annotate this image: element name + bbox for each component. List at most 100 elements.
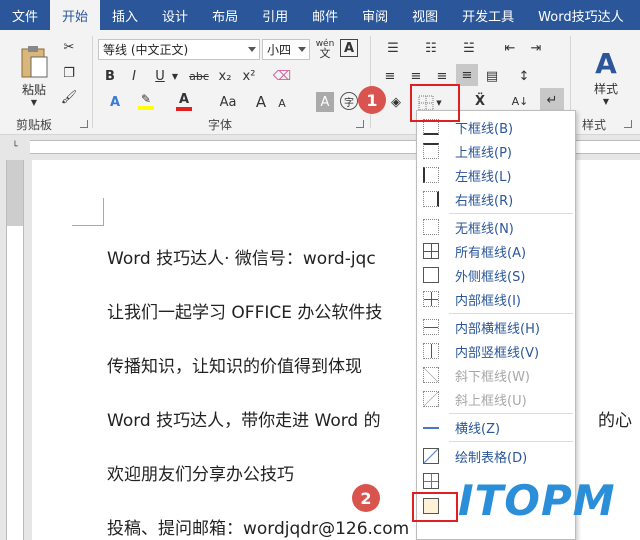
justify-icon[interactable]: ≡ (456, 64, 478, 86)
menu-item-inside-vertical[interactable]: 内部竖框线(V) (417, 339, 575, 364)
menu-item-diagonal-up[interactable]: 斜上框线(U) (417, 387, 575, 412)
enclose-circle-icon[interactable]: 字 (340, 92, 358, 110)
menu-item-label: 横线(Z) (455, 422, 501, 437)
shrink-font-button[interactable]: A (274, 94, 290, 112)
format-painter-icon[interactable]: 🖌 (60, 88, 78, 106)
distributed-icon[interactable]: ▤ (482, 66, 502, 86)
font-size-value: 小四 (267, 43, 292, 57)
menu-item-label: 内部横框线(H) (455, 322, 540, 337)
menu-item-horizontal-line[interactable]: 横线(Z) (417, 415, 575, 440)
asian-layout-icon[interactable]: Ẍ (466, 90, 494, 112)
char-shading-button[interactable]: A (316, 92, 334, 112)
copy-icon[interactable]: ❐ (60, 64, 78, 82)
group-divider (92, 36, 93, 128)
clipboard-launcher-icon[interactable] (80, 120, 88, 128)
chevron-down-icon: ▼ (30, 98, 38, 107)
change-case-button[interactable]: Aa (214, 92, 242, 112)
tab-view[interactable]: 视图 (400, 0, 450, 30)
multilevel-list-icon[interactable]: ☱ (456, 38, 482, 58)
highlight-swatch (138, 106, 154, 110)
chevron-down-icon (248, 47, 256, 52)
grow-font-button[interactable]: A (252, 92, 270, 112)
clipboard-group-label: 剪贴板 (16, 118, 53, 132)
highlight-button[interactable]: ✎ (136, 90, 156, 112)
paste-button[interactable]: 粘贴 ▼ (14, 36, 54, 116)
clear-format-icon[interactable]: ⌫ (272, 66, 292, 86)
tab-review[interactable]: 审阅 (350, 0, 400, 30)
tab-mailings[interactable]: 邮件 (300, 0, 350, 30)
diagonal-up-icon (423, 391, 439, 407)
italic-button[interactable]: I (124, 66, 144, 86)
styles-button[interactable]: A 样式 ▼ (582, 36, 630, 116)
vertical-ruler-margin (7, 160, 23, 226)
clipboard-icon (21, 46, 48, 78)
menu-item-diagonal-down[interactable]: 斜下框线(W) (417, 363, 575, 388)
phonetic-guide-button[interactable]: wén 文 (314, 38, 336, 60)
tab-layout[interactable]: 布局 (200, 0, 250, 30)
align-center-icon[interactable]: ≡ (406, 66, 426, 86)
show-marks-icon[interactable]: ↵ (540, 88, 564, 112)
shading-icon[interactable]: ◈ (386, 92, 406, 112)
font-launcher-icon[interactable] (356, 120, 364, 128)
font-group-label: 字体 (208, 118, 233, 132)
doc-line-5: 欢迎朋友们分享办公技巧 (107, 465, 294, 485)
all-borders-icon (423, 243, 439, 259)
menu-item-label: 上框线(P) (455, 146, 512, 161)
menu-item-label: 内部竖框线(V) (455, 346, 540, 361)
styles-launcher-icon[interactable] (624, 120, 632, 128)
sort-button[interactable]: A↓ (508, 90, 532, 112)
tab-insert[interactable]: 插入 (100, 0, 150, 30)
font-name-select[interactable]: 等线 (中文正文) (98, 39, 260, 60)
chevron-down-icon (298, 47, 306, 52)
tab-word-tips[interactable]: Word技巧达人 (526, 0, 635, 30)
align-right-icon[interactable]: ≡ (432, 66, 452, 86)
font-color-swatch (176, 106, 192, 111)
menu-item-right-border[interactable]: 右框线(R) (417, 187, 575, 212)
strikethrough-button[interactable]: abc (186, 66, 212, 86)
tab-references[interactable]: 引用 (250, 0, 300, 30)
font-color-button[interactable]: A (174, 90, 194, 112)
ribbon-tab-bar: 文件 开始 插入 设计 布局 引用 邮件 审阅 视图 开发工具 Word技巧达人 (0, 0, 640, 30)
tab-file[interactable]: 文件 (0, 0, 50, 30)
tab-developer[interactable]: 开发工具 (450, 0, 526, 30)
menu-item-no-border[interactable]: 无框线(N) (417, 215, 575, 240)
font-size-select[interactable]: 小四 (262, 39, 310, 60)
text-effects-button[interactable]: A (104, 92, 126, 112)
underline-dropdown-icon[interactable]: ▼ (170, 68, 180, 84)
menu-item-top-border[interactable]: 上框线(P) (417, 139, 575, 164)
subscript-button[interactable]: x₂ (214, 66, 236, 86)
menu-item-left-border[interactable]: 左框线(L) (417, 163, 575, 188)
bullets-icon[interactable]: ☰ (380, 38, 406, 58)
tab-design[interactable]: 设计 (150, 0, 200, 30)
menu-item-label: 右框线(R) (455, 194, 514, 209)
gridlines-icon (423, 473, 439, 489)
menu-item-inside-horizontal[interactable]: 内部横框线(H) (417, 315, 575, 340)
diagonal-down-icon (423, 367, 439, 383)
tab-home[interactable]: 开始 (50, 0, 101, 30)
menu-item-label: 内部框线(I) (455, 294, 521, 309)
align-left-icon[interactable]: ≡ (380, 66, 400, 86)
menu-item-draw-table[interactable]: 绘制表格(D) (417, 444, 575, 469)
numbering-icon[interactable]: ☷ (418, 38, 444, 58)
decrease-indent-icon[interactable]: ⇤ (500, 38, 520, 58)
superscript-button[interactable]: x² (238, 66, 260, 86)
menu-item-label: 斜下框线(W) (455, 370, 530, 385)
cut-icon[interactable]: ✂ (60, 38, 78, 56)
margin-corner-mark (72, 198, 104, 226)
menu-item-all-borders[interactable]: 所有框线(A) (417, 239, 575, 264)
borders-highlight-box (410, 84, 460, 122)
underline-button[interactable]: U (150, 66, 170, 86)
borders-shading-highlight-box (412, 492, 458, 522)
bold-button[interactable]: B (100, 66, 120, 86)
callout-badge-1: 1 (358, 86, 386, 114)
paste-label: 粘贴 (21, 83, 46, 97)
increase-indent-icon[interactable]: ⇥ (526, 38, 546, 58)
tab-selector-icon[interactable]: └ (8, 140, 22, 154)
menu-item-outside-borders[interactable]: 外侧框线(S) (417, 263, 575, 288)
menu-item-inside-borders[interactable]: 内部框线(I) (417, 287, 575, 312)
menu-item-label: 左框线(L) (455, 170, 512, 185)
styles-label: 样式 (593, 81, 618, 96)
line-spacing-icon[interactable]: ↕ (512, 66, 536, 86)
vertical-ruler[interactable] (6, 160, 24, 540)
enclose-char-button[interactable]: A (340, 39, 358, 57)
